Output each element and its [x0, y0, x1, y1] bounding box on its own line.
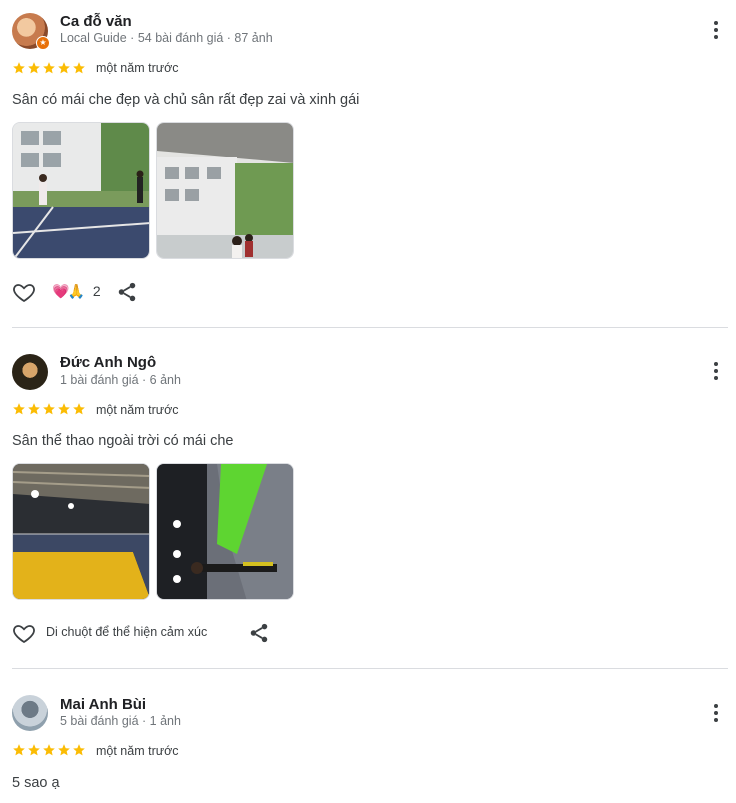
share-icon[interactable]: [116, 281, 138, 303]
star-icon: [58, 403, 70, 415]
reviewer-avatar[interactable]: [12, 695, 48, 731]
local-guide-badge-icon: ★: [36, 36, 50, 50]
more-options-button[interactable]: [704, 18, 728, 42]
star-icon: [73, 744, 85, 756]
court-photo-image: [157, 123, 293, 258]
star-icon: [13, 744, 25, 756]
review-divider: [12, 327, 728, 328]
review-photo[interactable]: [156, 122, 294, 259]
review-time: một năm trước: [96, 744, 179, 758]
star-icon: [43, 62, 55, 74]
star-icon: [43, 403, 55, 415]
star-icon: [28, 744, 40, 756]
reviewer-meta: 1 bài đánh giá · 6 ảnh: [60, 373, 181, 387]
star-icon: [43, 744, 55, 756]
review-text: Sân có mái che đẹp và chủ sân rất đẹp za…: [12, 92, 360, 108]
more-options-button[interactable]: [704, 701, 728, 725]
reviewer-avatar[interactable]: [12, 354, 48, 390]
like-button-heart-icon[interactable]: [12, 280, 36, 304]
review-divider: [12, 668, 728, 669]
review-card: Mai Anh Bùi 5 bài đánh giá · 1 ảnh một n…: [0, 682, 736, 803]
star-icon: [28, 62, 40, 74]
star-icon: [58, 744, 70, 756]
reaction-count: 2: [92, 283, 101, 299]
review-time: một năm trước: [96, 61, 179, 75]
review-photo[interactable]: [156, 463, 294, 600]
court-photo-image: [157, 464, 293, 599]
review-photo[interactable]: [12, 463, 150, 600]
court-photo-image: [13, 464, 149, 599]
review-text: 5 sao ạ: [12, 775, 60, 791]
reviewer-name[interactable]: Ca đỗ văn: [60, 13, 132, 30]
star-icon: [73, 62, 85, 74]
share-icon[interactable]: [248, 622, 270, 644]
reviewer-meta: Local Guide · 54 bài đánh giá · 87 ảnh: [60, 31, 273, 45]
reviewer-meta: 5 bài đánh giá · 1 ảnh: [60, 714, 181, 728]
star-rating: [12, 402, 86, 418]
star-icon: [58, 62, 70, 74]
star-icon: [28, 403, 40, 415]
star-rating: [12, 61, 86, 77]
review-card: Đức Anh Ngô 1 bài đánh giá · 6 ảnh một n…: [0, 341, 736, 668]
review-text: Sân thể thao ngoài trời có mái che: [12, 433, 234, 449]
star-icon: [13, 403, 25, 415]
reaction-hover-hint: Di chuột để thể hiện cảm xúc: [46, 625, 208, 639]
reactions-summary[interactable]: 💗 🙏 2: [52, 282, 101, 300]
star-icon: [73, 403, 85, 415]
review-time: một năm trước: [96, 403, 179, 417]
review-photo[interactable]: [12, 122, 150, 259]
reviewer-name[interactable]: Mai Anh Bùi: [60, 696, 146, 713]
court-photo-image: [13, 123, 149, 258]
like-button-heart-icon[interactable]: [12, 621, 36, 645]
star-rating: [12, 743, 86, 759]
review-card: ★ Ca đỗ văn Local Guide · 54 bài đánh gi…: [0, 0, 736, 327]
reviewer-name[interactable]: Đức Anh Ngô: [60, 354, 156, 371]
star-icon: [13, 62, 25, 74]
more-options-button[interactable]: [704, 359, 728, 383]
pray-emoji-icon: 🙏: [67, 283, 85, 299]
